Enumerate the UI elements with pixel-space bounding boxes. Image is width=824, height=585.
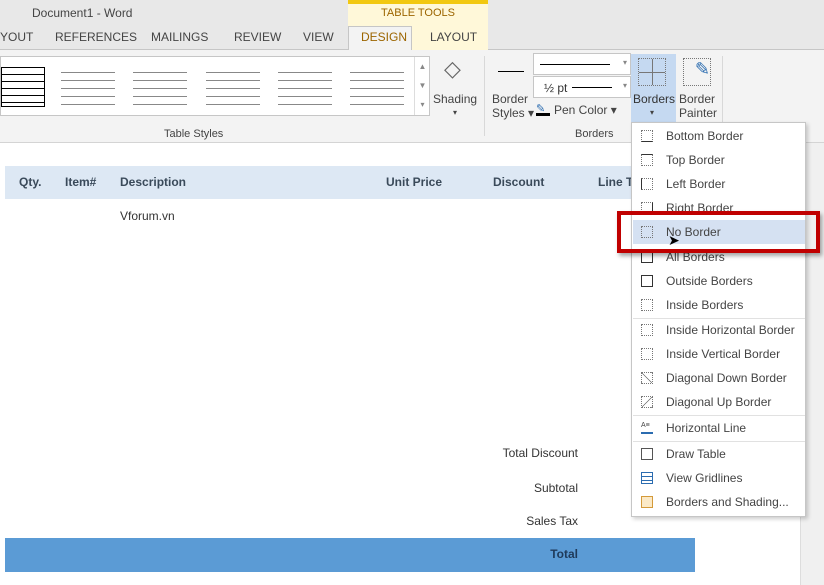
menu-label: Diagonal Up Border: [666, 395, 772, 409]
highlight-box: [617, 211, 820, 253]
tab-mailings[interactable]: MAILINGS: [151, 30, 208, 44]
header-description: Description: [120, 175, 187, 189]
table-style[interactable]: [278, 67, 332, 107]
pen-color-icon: ✎: [536, 102, 550, 116]
view-gridlines-icon: [641, 472, 653, 484]
menu-label: Inside Vertical Border: [666, 347, 781, 361]
tab-references[interactable]: REFERENCES: [55, 30, 137, 44]
inside-vertical-border-icon: [641, 348, 653, 360]
table-styles-gallery[interactable]: ▲ ▼ ▾: [0, 56, 430, 116]
row-description[interactable]: Vforum.vn: [120, 209, 175, 223]
menu-label: Top Border: [666, 153, 725, 167]
shading-button[interactable]: Shading: [433, 92, 477, 106]
table-style[interactable]: [133, 67, 187, 107]
diagonal-down-border-icon: [641, 372, 653, 384]
line-style-dropdown[interactable]: ▾: [533, 53, 631, 75]
draw-table-icon: [641, 448, 653, 460]
top-border-icon: [641, 154, 653, 166]
header-item: Item#: [65, 175, 97, 189]
tab-layout[interactable]: LAYOUT: [430, 30, 477, 44]
border-painter-button[interactable]: Border Painter: [679, 92, 717, 120]
tab-design[interactable]: DESIGN: [361, 30, 407, 44]
menu-label: Borders and Shading...: [666, 495, 789, 509]
border-styles-label-2: Styles: [492, 106, 525, 120]
menu-item-horizontal-line[interactable]: A≡ Horizontal Line: [633, 416, 805, 440]
borders-button[interactable]: Borders ▾: [631, 54, 676, 122]
table-style[interactable]: [350, 67, 404, 107]
menu-item-inside-vertical-border[interactable]: Inside Vertical Border: [633, 342, 805, 366]
header-unit-price: Unit Price: [386, 175, 443, 189]
gallery-scroll[interactable]: ▲ ▼ ▾: [414, 57, 430, 115]
menu-item-diagonal-up-border[interactable]: Diagonal Up Border: [633, 390, 805, 414]
horizontal-line-icon: A≡: [641, 422, 653, 434]
bottom-border-icon: [641, 130, 653, 142]
border-painter-label-2: Painter: [679, 106, 718, 120]
borders-label: Borders: [633, 92, 676, 106]
border-styles-button[interactable]: Border Styles ▾: [492, 92, 534, 120]
tab-view[interactable]: VIEW: [303, 30, 334, 44]
menu-label: Diagonal Down Border: [666, 371, 787, 385]
window-title: Document1 - Word: [32, 6, 133, 20]
borders-group-label: Borders: [575, 128, 614, 140]
menu-label: View Gridlines: [666, 471, 743, 485]
borders-menu: Bottom Border Top Border Left Border Rig…: [631, 122, 806, 517]
table-styles-group-label: Table Styles: [164, 128, 224, 140]
border-styles-label-1: Border: [492, 92, 529, 106]
menu-item-inside-borders[interactable]: Inside Borders: [633, 293, 805, 317]
table-header-row: [5, 166, 695, 199]
pen-color-button[interactable]: Pen Color ▾: [554, 103, 617, 117]
borders-icon: [638, 58, 666, 86]
menu-label: Left Border: [666, 177, 726, 191]
header-qty: Qty.: [19, 175, 42, 189]
borders-and-shading-icon: [641, 496, 653, 508]
mouse-cursor-icon: ➤: [668, 232, 680, 248]
line-weight-dropdown[interactable]: ½ pt ▾: [533, 76, 631, 98]
menu-item-view-gridlines[interactable]: View Gridlines: [633, 466, 805, 490]
tab-review[interactable]: REVIEW: [234, 30, 281, 44]
menu-item-inside-horizontal-border[interactable]: Inside Horizontal Border: [633, 318, 805, 342]
left-border-icon: [641, 178, 653, 190]
total-label: Total: [550, 547, 578, 561]
menu-label: Bottom Border: [666, 129, 744, 143]
tab-layout-page[interactable]: YOUT: [0, 30, 33, 44]
shading-icon: ◇: [444, 56, 461, 81]
subtotal-label: Subtotal: [533, 481, 578, 495]
total-row: [5, 538, 695, 572]
menu-label: Inside Horizontal Border: [666, 323, 795, 337]
menu-item-diagonal-down-border[interactable]: Diagonal Down Border: [633, 366, 805, 390]
outside-borders-icon: [641, 275, 653, 287]
menu-label: Draw Table: [666, 447, 726, 461]
border-painter-icon: ✎: [683, 58, 711, 86]
menu-label: Inside Borders: [666, 298, 744, 312]
border-painter-label-1: Border: [679, 92, 716, 106]
line-weight-value: ½ pt: [544, 81, 568, 95]
menu-item-bottom-border[interactable]: Bottom Border: [633, 124, 805, 148]
table-style[interactable]: [206, 67, 260, 107]
border-style-icon: [498, 71, 524, 72]
menu-item-borders-and-shading[interactable]: Borders and Shading...: [633, 490, 805, 514]
inside-borders-icon: [641, 299, 653, 311]
menu-item-left-border[interactable]: Left Border: [633, 172, 805, 196]
menu-label: Outside Borders: [666, 274, 753, 288]
header-line-total: Line T: [598, 175, 634, 189]
menu-item-top-border[interactable]: Top Border: [633, 148, 805, 172]
menu-item-outside-borders[interactable]: Outside Borders: [633, 269, 805, 293]
table-tools-label: TABLE TOOLS: [381, 7, 455, 19]
table-style[interactable]: [61, 67, 115, 107]
diagonal-up-border-icon: [641, 396, 653, 408]
inside-horizontal-border-icon: [641, 324, 653, 336]
sales-tax-label: Sales Tax: [526, 514, 578, 528]
menu-label: Horizontal Line: [666, 421, 747, 435]
total-discount-label: Total Discount: [502, 446, 578, 460]
header-discount: Discount: [493, 175, 545, 189]
pen-color-label: Pen Color: [554, 103, 608, 117]
table-style[interactable]: [1, 67, 45, 107]
menu-item-draw-table[interactable]: Draw Table: [633, 442, 805, 466]
